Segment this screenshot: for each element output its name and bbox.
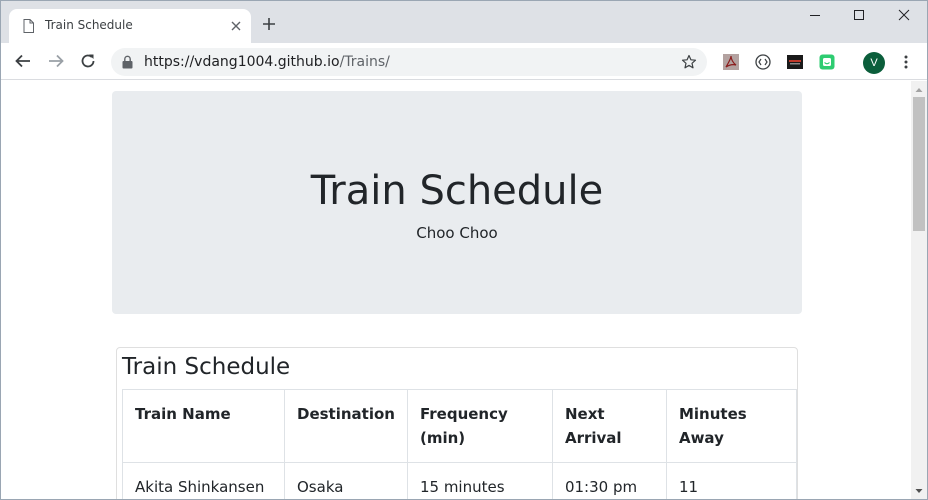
star-icon[interactable] xyxy=(681,54,697,70)
maximize-icon[interactable] xyxy=(851,7,867,23)
url-path: /Trains/ xyxy=(339,54,390,70)
scroll-down-icon[interactable] xyxy=(911,484,927,498)
column-header-destination: Destination xyxy=(284,389,408,463)
window-close-icon[interactable] xyxy=(896,7,912,23)
more-menu-icon[interactable] xyxy=(901,54,911,70)
tab-title: Train Schedule xyxy=(45,18,133,32)
green-extension-icon[interactable] xyxy=(819,54,835,70)
dark-extension-icon[interactable] xyxy=(787,54,803,70)
table-header-row: Train Name Destination Frequency (min) N… xyxy=(122,389,797,463)
column-header-frequency: Frequency (min) xyxy=(406,389,553,463)
table-row: Akita Shinkansen Osaka 15 minutes 01:30 … xyxy=(122,462,797,499)
cell-next-arrival: 01:30 pm xyxy=(551,462,667,499)
pdf-extension-icon[interactable] xyxy=(723,54,739,70)
tab-strip: Train Schedule xyxy=(1,1,927,43)
page-viewport: Train Schedule Choo Choo Train Schedule … xyxy=(1,81,911,499)
browser-window: Train Schedule https://vdang1004.github.… xyxy=(0,0,928,500)
cell-train-name: Akita Shinkansen xyxy=(122,462,285,499)
schedule-table: Train Name Destination Frequency (min) N… xyxy=(122,389,797,499)
vertical-scrollbar[interactable] xyxy=(911,81,927,499)
minimize-icon[interactable] xyxy=(807,7,823,23)
scroll-up-icon[interactable] xyxy=(911,83,927,97)
back-icon[interactable] xyxy=(14,52,32,70)
address-bar[interactable]: https://vdang1004.github.io/Trains/ xyxy=(111,48,707,76)
reload-icon[interactable] xyxy=(79,52,97,70)
card-title: Train Schedule xyxy=(122,354,291,380)
lock-icon[interactable] xyxy=(122,55,133,69)
forward-icon[interactable] xyxy=(47,52,65,70)
cell-minutes-away: 11 xyxy=(665,462,797,499)
plus-icon[interactable] xyxy=(261,16,277,32)
page-subtitle: Choo Choo xyxy=(416,224,498,242)
tab-train-schedule[interactable]: Train Schedule xyxy=(9,9,251,43)
browser-toolbar: https://vdang1004.github.io/Trains/ V xyxy=(1,43,927,80)
url-text[interactable]: https://vdang1004.github.io/Trains/ xyxy=(144,54,390,70)
close-icon[interactable] xyxy=(229,19,243,33)
code-extension-icon[interactable] xyxy=(755,54,771,70)
url-host: https://vdang1004.github.io xyxy=(144,54,340,70)
schedule-card: Train Schedule Train Name Destination Fr… xyxy=(116,347,798,499)
column-header-next-arrival: Next Arrival xyxy=(551,389,667,463)
jumbotron: Train Schedule Choo Choo xyxy=(112,91,802,314)
column-header-minutes-away: Minutes Away xyxy=(665,389,797,463)
page-icon xyxy=(23,19,34,33)
scrollbar-thumb[interactable] xyxy=(913,97,925,231)
page-title: Train Schedule xyxy=(310,168,604,214)
avatar[interactable]: V xyxy=(863,52,885,74)
cell-destination: Osaka xyxy=(284,462,408,499)
column-header-train-name: Train Name xyxy=(122,389,285,463)
cell-frequency: 15 minutes xyxy=(406,462,553,499)
